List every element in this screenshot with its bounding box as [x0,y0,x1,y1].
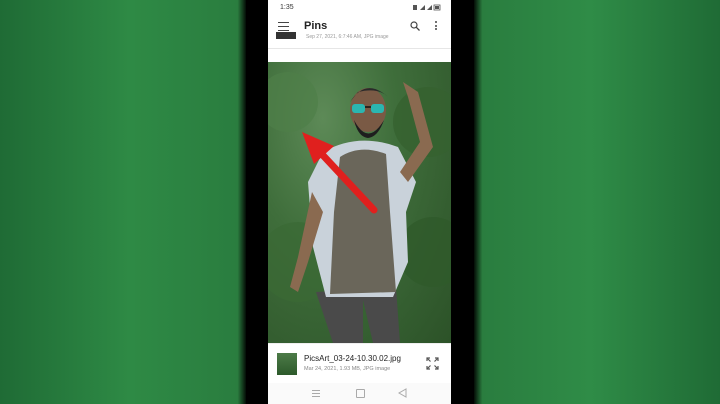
status-icons [413,4,441,13]
fullscreen-expand-icon[interactable] [426,357,439,370]
previous-list-item[interactable]: Sep 27, 2021, 6:7:46 AM, JPG image [268,32,451,48]
signal-battery-icon [413,4,441,11]
page-title: Pins [304,20,328,32]
previous-thumbnail [276,32,296,39]
recents-nav-icon[interactable] [312,390,320,397]
home-nav-icon[interactable] [356,389,365,398]
right-letterbox [451,0,474,404]
search-icon[interactable] [410,21,420,31]
phone-screen: 1:35 Pins Sep 27, 2021, 6:7:46 AM, JPG i… [268,0,451,404]
pinned-photo[interactable] [268,62,451,343]
left-letterbox [246,0,268,404]
file-meta: Mar 24, 2021, 1.93 MB, JPG image [304,366,391,372]
photo-content [268,72,451,343]
file-thumbnail[interactable] [277,353,297,375]
hamburger-menu-icon[interactable] [278,22,289,32]
divider [268,48,451,49]
back-nav-icon[interactable] [398,388,407,398]
status-bar: 1:35 [268,0,451,16]
status-time: 1:35 [280,4,294,11]
system-nav-bar [268,383,451,404]
more-options-icon[interactable] [434,21,438,32]
previous-item-meta: Sep 27, 2021, 6:7:46 AM, JPG image [306,34,389,40]
file-name: PicsArt_03-24-10.30.02.jpg [304,354,401,363]
file-info-card: PicsArt_03-24-10.30.02.jpg Mar 24, 2021,… [268,343,451,384]
